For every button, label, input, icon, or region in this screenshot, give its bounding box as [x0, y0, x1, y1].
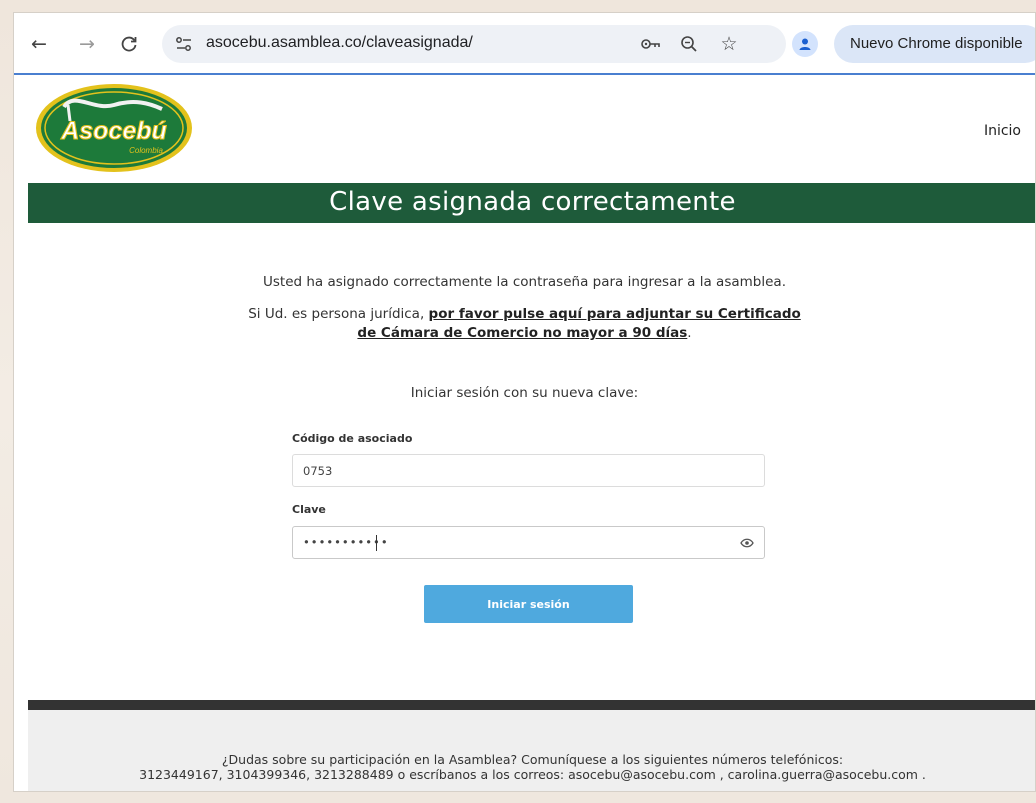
clave-input[interactable]: •••••••••••	[292, 526, 765, 559]
back-arrow-icon[interactable]: ←	[26, 31, 52, 57]
certificado-link-continued[interactable]: de Cámara de Comercio no mayor a 90 días	[357, 325, 687, 341]
footer-line-1: ¿Dudas sobre su participación en la Asam…	[221, 752, 844, 767]
logo-text: Asocebú	[60, 117, 167, 145]
page-content: Asocebú Colombia Inicio Clave asignada c…	[14, 77, 1035, 791]
bookmark-star-icon[interactable]: ☆	[718, 33, 740, 55]
footer-divider	[28, 700, 1035, 710]
iniciar-sesion-button[interactable]: Iniciar sesión	[424, 585, 633, 623]
footer: ¿Dudas sobre su participación en la Asam…	[28, 710, 1035, 791]
juridica-suffix: .	[687, 325, 692, 341]
codigo-value: 0753	[303, 464, 333, 478]
show-password-eye-icon[interactable]	[740, 537, 754, 549]
browser-window: ← → asocebu.asamblea.co/claveasignada/ ☆…	[13, 12, 1036, 792]
logo-subtext: Colombia	[129, 146, 163, 155]
profile-avatar-icon[interactable]	[792, 31, 818, 57]
nav-inicio-link[interactable]: Inicio	[984, 123, 1021, 139]
footer-line-2: 3123449167, 3104399346, 3213288489 o esc…	[139, 767, 926, 782]
juridica-prefix: Si Ud. es persona jurídica,	[248, 306, 425, 322]
codigo-label: Código de asociado	[292, 432, 413, 445]
password-key-icon[interactable]	[640, 33, 662, 55]
text-caret	[376, 535, 377, 551]
asocebu-logo[interactable]: Asocebú Colombia	[34, 81, 196, 174]
success-message: Usted ha asignado correctamente la contr…	[263, 274, 786, 290]
chrome-update-button[interactable]: Nuevo Chrome disponible	[834, 25, 1035, 63]
certificado-link[interactable]: por favor pulse aquí para adjuntar su Ce…	[429, 306, 801, 322]
juridica-notice: Si Ud. es persona jurídica, por favor pu…	[14, 305, 1035, 343]
zoom-icon[interactable]	[678, 33, 700, 55]
reload-icon[interactable]	[116, 31, 142, 57]
title-banner: Clave asignada correctamente	[28, 183, 1035, 223]
browser-toolbar: ← → asocebu.asamblea.co/claveasignada/ ☆…	[14, 13, 1035, 75]
address-bar[interactable]: asocebu.asamblea.co/claveasignada/ ☆	[162, 25, 786, 63]
page-title: Clave asignada correctamente	[329, 187, 736, 217]
site-settings-icon[interactable]	[174, 34, 194, 54]
login-prompt: Iniciar sesión con su nueva clave:	[410, 385, 639, 401]
clave-label: Clave	[292, 503, 326, 516]
forward-arrow-icon[interactable]: →	[74, 31, 100, 57]
codigo-input[interactable]: 0753	[292, 454, 765, 487]
footer-contact-text: ¿Dudas sobre su participación en la Asam…	[28, 752, 1035, 782]
url-text[interactable]: asocebu.asamblea.co/claveasignada/	[206, 34, 473, 52]
